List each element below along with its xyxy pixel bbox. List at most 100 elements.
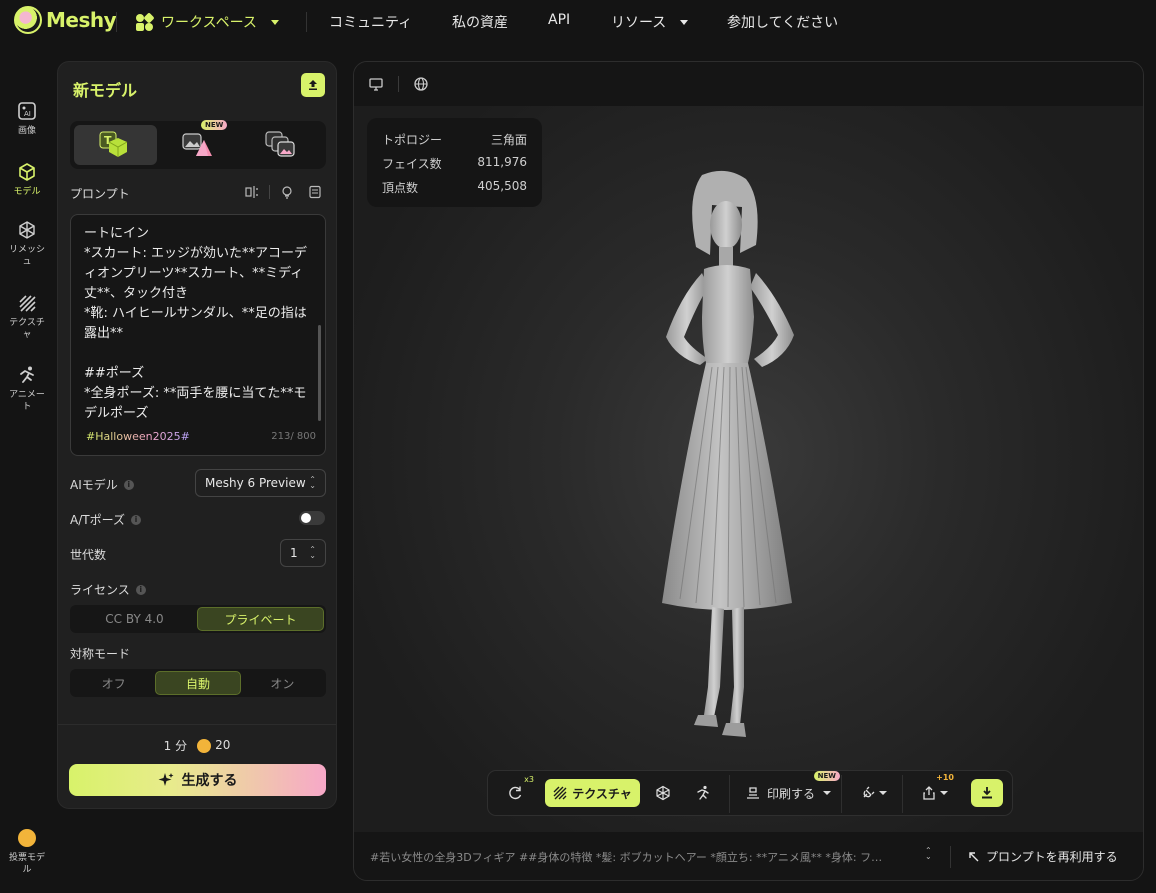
expand-icon[interactable]: ⌃ ⌄	[925, 847, 932, 861]
image-to-3d-icon	[182, 133, 212, 156]
rail-label: リメッシュ	[9, 245, 46, 267]
header-divider	[398, 76, 399, 92]
toggle-knob	[301, 513, 311, 523]
stat-value: 811,976	[477, 155, 527, 169]
atpose-label-text: A/Tポーズ	[70, 513, 125, 527]
remesh-button[interactable]	[650, 779, 676, 807]
image-ai-icon: AI	[18, 102, 36, 120]
align-icon[interactable]	[245, 185, 259, 199]
nav-my-assets[interactable]: 私の資産	[452, 12, 508, 32]
svg-text:AI: AI	[24, 110, 31, 118]
generation-panel: 新モデル T NEW プロンプト ートにイン *スカート: エッジが効いた**ア…	[57, 61, 337, 809]
license-toggle: CC BY 4.0 プライベート	[70, 605, 326, 633]
share-button[interactable]: +10	[918, 773, 954, 807]
texture-button[interactable]: テクスチャ	[545, 779, 640, 807]
meshy-logo[interactable]: Meshy	[14, 6, 117, 34]
arrow-up-left-icon	[969, 851, 979, 861]
atpose-label: A/Tポーズ i	[70, 511, 141, 528]
license-option-private[interactable]: プライベート	[197, 607, 324, 631]
info-icon[interactable]: i	[123, 479, 134, 490]
generations-label: 世代数	[70, 548, 107, 562]
info-icon[interactable]: i	[130, 514, 141, 525]
stat-label: フェイス数	[382, 157, 442, 171]
download-button[interactable]	[971, 779, 1003, 807]
reuse-prompt-button[interactable]: プロンプトを再利用する	[968, 848, 1118, 865]
coin-icon	[197, 738, 212, 753]
3d-model-figure[interactable]	[616, 167, 836, 747]
prompt-textarea[interactable]: ートにイン *スカート: エッジが効いた**アコーディオンプリーツ**スカート、…	[70, 214, 326, 456]
ai-model-select[interactable]: Meshy 6 Preview ⌃ ⌄	[195, 469, 326, 497]
globe-icon[interactable]	[413, 76, 429, 92]
stat-row: トポロジー 三角面	[382, 131, 527, 148]
nav-api[interactable]: API	[548, 12, 570, 28]
symmetry-option-off[interactable]: オフ	[72, 671, 155, 695]
download-icon	[982, 787, 992, 799]
symmetry-option-auto[interactable]: 自動	[155, 671, 241, 695]
rail-item-texture[interactable]: テクスチャ	[0, 293, 54, 341]
rail-label: 画像	[17, 126, 36, 136]
stat-row: 頂点数 405,508	[382, 179, 527, 196]
rail-label: 投票モデル	[8, 853, 45, 875]
model-prompt-preview[interactable]: #若い女性の全身3Dフィギア ##身体の特徴 *髪: ボブカットヘアー *顔立ち…	[370, 849, 910, 865]
ai-model-label-text: AIモデル	[70, 478, 118, 492]
viewer-toolbar: x3 テクスチャ 印刷する NEW +10	[487, 770, 1013, 816]
stat-label: トポロジー	[382, 133, 443, 147]
retry-button[interactable]: x3	[500, 775, 534, 807]
updown-icon: ⌃ ⌄	[309, 475, 316, 490]
info-icon[interactable]: i	[135, 584, 146, 595]
remesh-icon	[656, 785, 670, 801]
tab-image-to-3d[interactable]: NEW	[157, 120, 240, 165]
workspace-menu[interactable]: ワークスペース	[135, 12, 279, 32]
rail-item-vote[interactable]: 投票モデル	[0, 829, 54, 876]
print-button[interactable]: 印刷する NEW	[744, 771, 840, 807]
texture-icon	[553, 786, 567, 800]
lightbulb-icon[interactable]	[280, 185, 294, 199]
prompt-text[interactable]: ートにイン *スカート: エッジが効いた**アコーディオンプリーツ**スカート、…	[84, 224, 310, 424]
text-to-3d-icon: T	[99, 131, 128, 157]
generate-button[interactable]: 生成する	[69, 764, 326, 796]
chevron-down-icon	[680, 19, 689, 25]
monitor-icon[interactable]	[368, 76, 384, 92]
nav-divider	[116, 12, 117, 32]
rail-item-model[interactable]: モデル	[0, 162, 54, 198]
credits: 20	[197, 738, 230, 753]
running-icon	[20, 366, 34, 383]
generations-value: 1	[290, 546, 298, 560]
prompt-label: プロンプト	[70, 187, 130, 201]
rail-item-animate[interactable]: アニメート	[0, 365, 54, 413]
nav-divider	[306, 12, 307, 32]
updown-icon: ⌃ ⌄	[309, 545, 316, 560]
tool-divider	[269, 185, 270, 199]
upload-button[interactable]	[301, 73, 325, 97]
prompt-scrollbar[interactable]	[318, 325, 321, 421]
panel-divider	[58, 724, 336, 725]
plugin-button[interactable]	[856, 779, 892, 807]
char-count: 213/ 800	[271, 431, 316, 442]
coin-icon	[18, 829, 36, 847]
license-option-cc[interactable]: CC BY 4.0	[72, 607, 197, 631]
brand-name: Meshy	[46, 8, 117, 32]
refresh-icon	[509, 786, 522, 800]
print-3d-icon	[746, 787, 759, 799]
book-icon[interactable]	[308, 185, 322, 199]
model-viewer[interactable]: トポロジー 三角面 フェイス数 811,976 頂点数 405,508 x3 テ…	[353, 61, 1144, 881]
rail-item-image[interactable]: AI 画像	[0, 101, 54, 137]
new-badge: NEW	[200, 120, 228, 130]
toolbar-divider	[729, 775, 730, 813]
symmetry-option-on[interactable]: オン	[241, 671, 324, 695]
generations-stepper[interactable]: 1 ⌃ ⌄	[280, 539, 326, 567]
tab-text-to-3d[interactable]: T	[74, 125, 157, 165]
rail-item-remesh[interactable]: リメッシュ	[0, 220, 54, 268]
generation-cost: 1 分 20	[58, 737, 336, 754]
nav-community[interactable]: コミュニティ	[329, 12, 412, 32]
retry-count: x3	[524, 775, 534, 784]
rig-button[interactable]	[690, 779, 716, 807]
nav-resources[interactable]: リソース	[611, 12, 689, 32]
meshy-logo-icon	[14, 6, 42, 34]
nav-join[interactable]: 参加してください	[727, 12, 838, 32]
atpose-toggle[interactable]	[299, 511, 325, 525]
share-icon	[923, 786, 935, 800]
tab-multi-image-to-3d[interactable]	[239, 125, 322, 165]
rig-icon	[697, 785, 709, 800]
hashtag[interactable]: #Halloween2025#	[86, 430, 190, 443]
